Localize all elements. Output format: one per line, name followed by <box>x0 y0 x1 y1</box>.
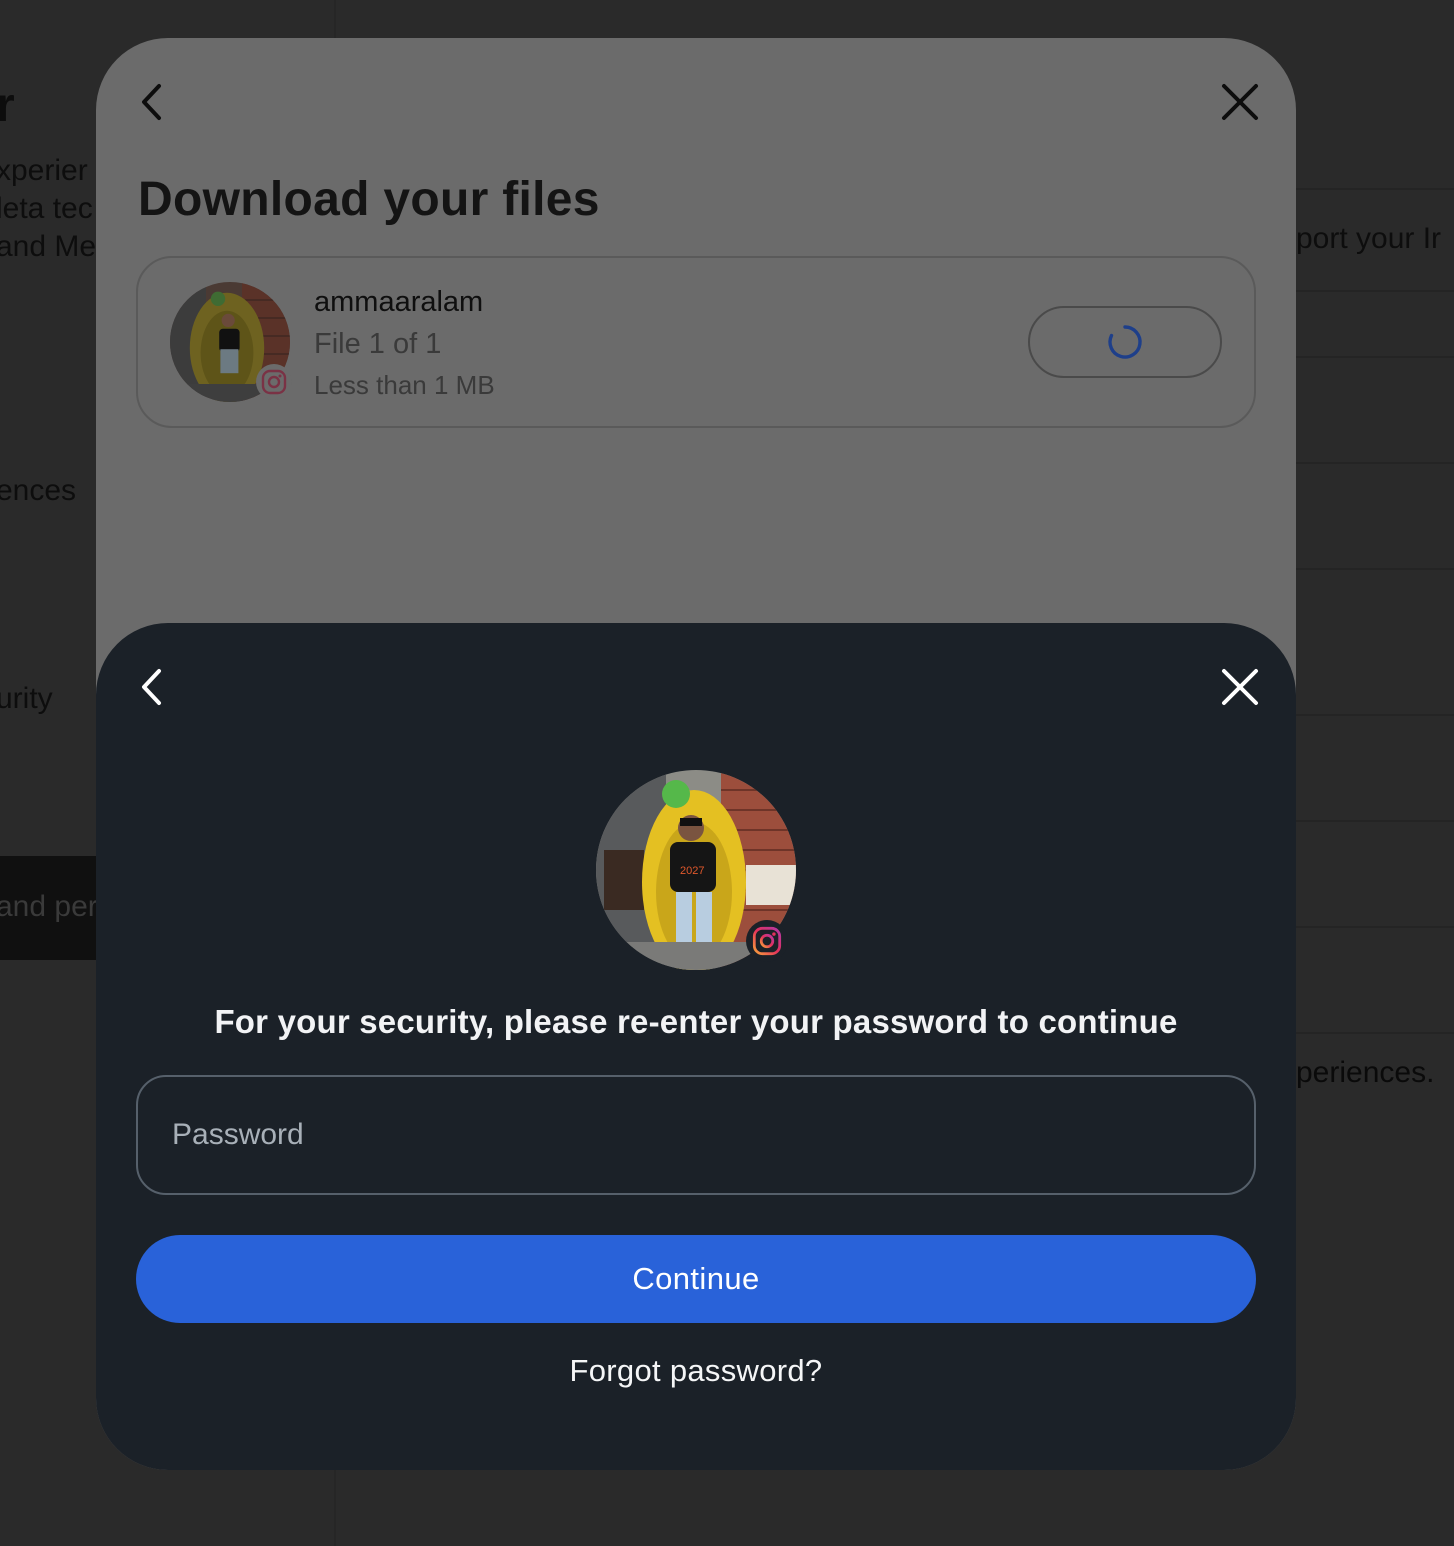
divider <box>1296 714 1454 716</box>
loading-spinner-icon <box>1108 325 1142 359</box>
close-icon[interactable] <box>1216 663 1264 711</box>
page-description-line: and Me <box>0 230 97 263</box>
page-description-line: leta tec <box>0 192 93 225</box>
continue-button[interactable]: Continue <box>136 1235 1256 1323</box>
file-size: Less than 1 MB <box>314 370 495 400</box>
svg-text:2027: 2027 <box>680 865 704 877</box>
password-field[interactable] <box>136 1075 1256 1195</box>
download-button[interactable] <box>1028 306 1222 378</box>
divider <box>1296 820 1454 822</box>
page-title-fragment: r <box>0 79 15 132</box>
close-icon[interactable] <box>1216 78 1264 126</box>
divider <box>1296 568 1454 570</box>
chevron-left-icon[interactable] <box>128 663 176 711</box>
divider <box>1296 188 1454 190</box>
divider <box>1296 926 1454 928</box>
sidebar-item-label: and per <box>0 890 98 923</box>
export-option-label: port your Ir <box>1296 222 1442 255</box>
file-card: ammaaralam File 1 of 1 Less than 1 MB <box>136 256 1256 428</box>
page-description-line: xperier <box>0 154 88 187</box>
chevron-left-icon[interactable] <box>128 78 176 126</box>
profile-avatar-group: 2027 <box>596 770 796 970</box>
divider <box>1296 290 1454 292</box>
sidebar-item-preferences[interactable]: ences <box>0 474 76 508</box>
footer-text: periences. <box>1296 1056 1435 1089</box>
sidebar-item-active[interactable]: and per <box>0 856 110 960</box>
sidebar-item-security[interactable]: urity <box>0 682 53 716</box>
dialog-title: Download your files <box>138 173 600 226</box>
password-dialog: 2027 For your security, please re-enter … <box>96 623 1296 1470</box>
security-prompt: For your security, please re-enter your … <box>214 1003 1178 1040</box>
divider <box>1296 1032 1454 1034</box>
divider <box>1296 356 1454 358</box>
forgot-password-link[interactable]: Forgot password? <box>96 1353 1296 1389</box>
instagram-icon <box>746 920 788 962</box>
divider <box>1296 462 1454 464</box>
file-count: File 1 of 1 <box>314 328 442 360</box>
instagram-icon <box>256 364 292 400</box>
account-username: ammaaralam <box>314 286 484 318</box>
